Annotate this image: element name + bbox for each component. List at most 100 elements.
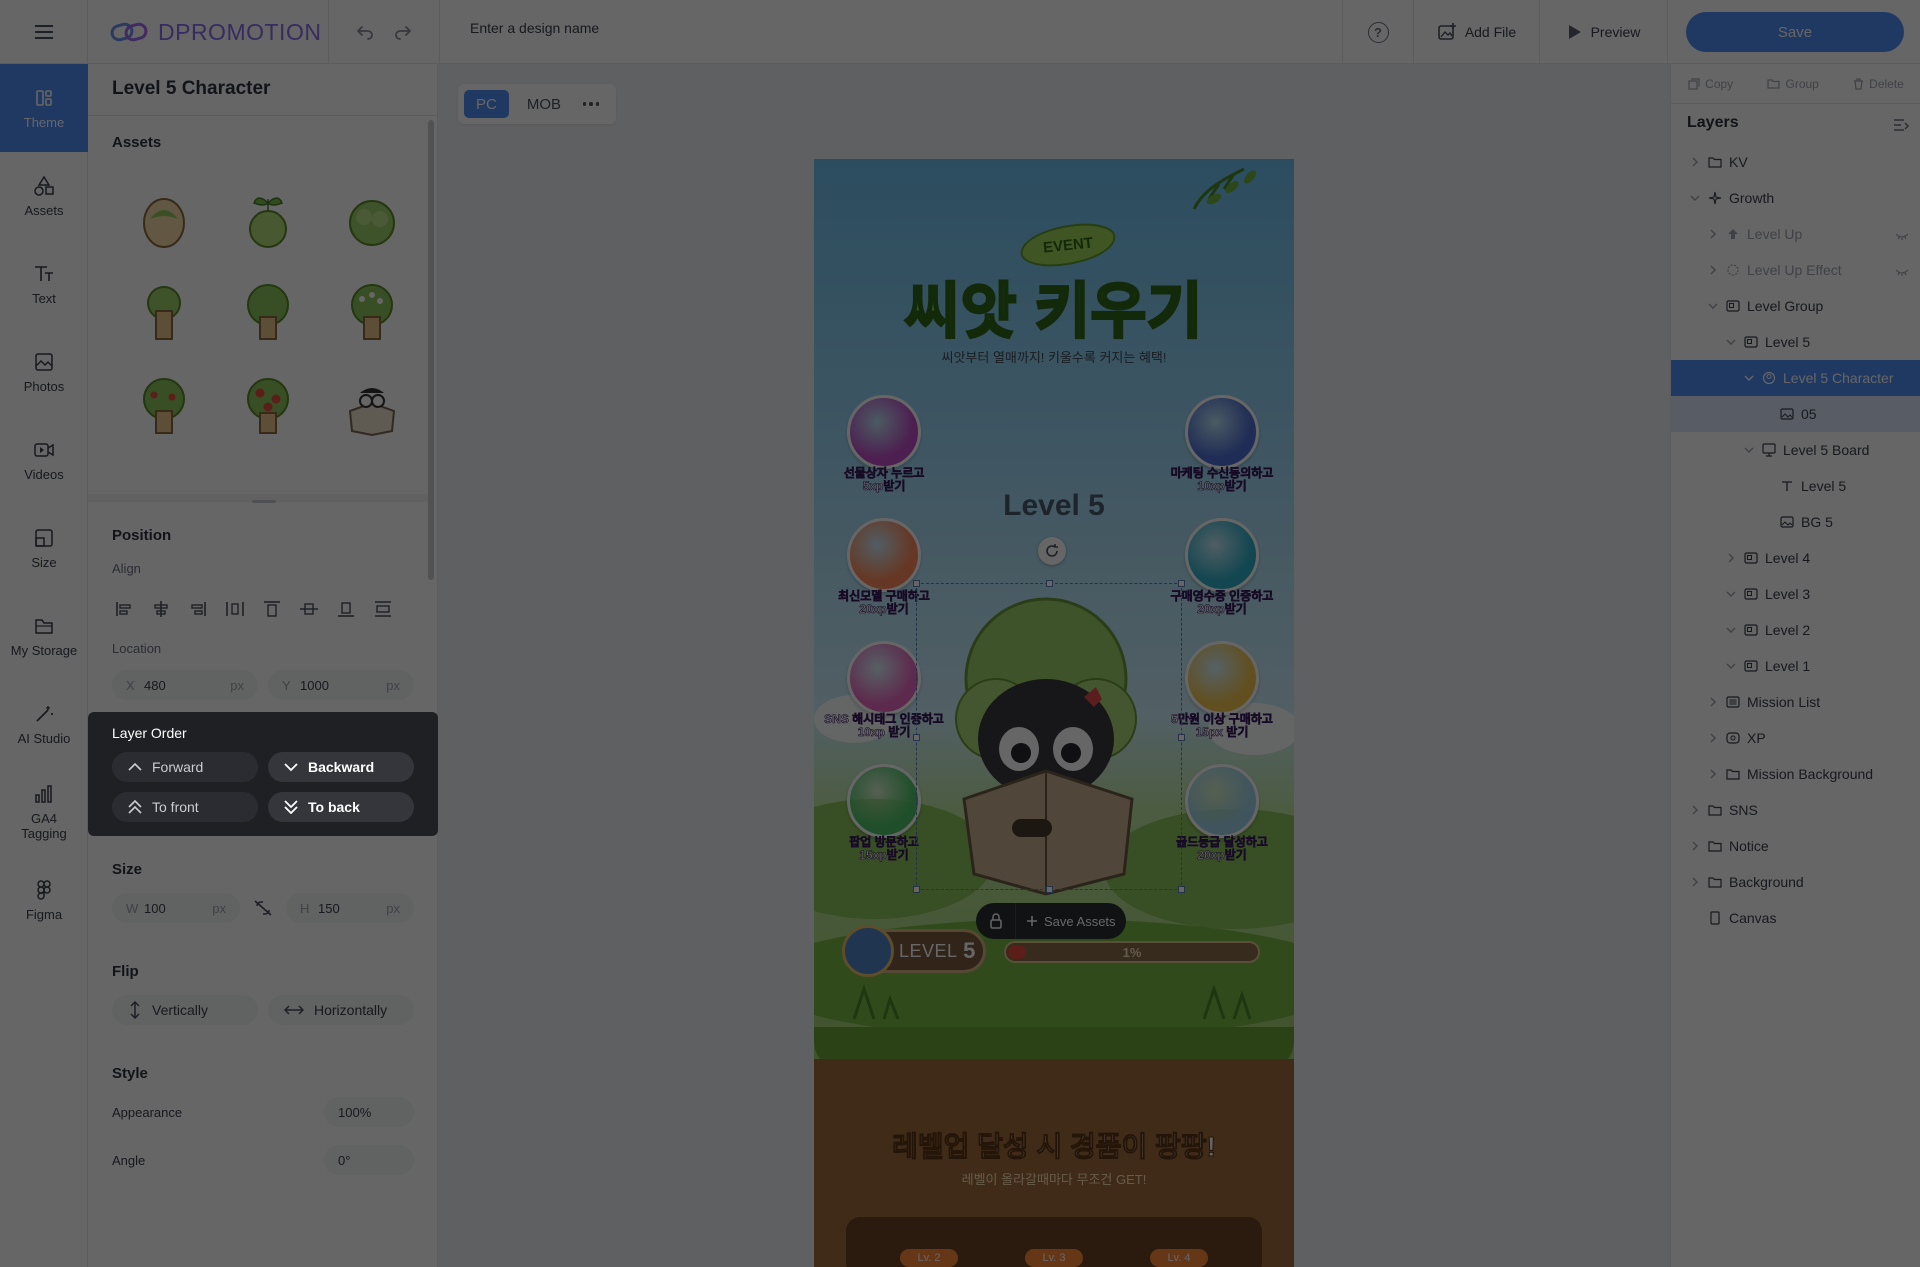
layer-row[interactable]: Canvas bbox=[1671, 900, 1920, 936]
copy-button[interactable]: Copy bbox=[1688, 77, 1733, 91]
resize-handle-tl[interactable] bbox=[913, 580, 920, 587]
send-backward-button[interactable]: Backward bbox=[268, 752, 414, 782]
panel-scrollbar[interactable] bbox=[428, 120, 434, 580]
eye-off-icon[interactable] bbox=[1895, 228, 1909, 244]
more-icon[interactable] bbox=[579, 102, 603, 106]
width-field[interactable]: W 100 px bbox=[112, 893, 240, 923]
collapse-all-icon[interactable] bbox=[1893, 118, 1909, 137]
chevron-down-icon[interactable] bbox=[1725, 338, 1737, 346]
chevron-right-icon[interactable] bbox=[1707, 733, 1719, 743]
appearance-field[interactable]: 100% bbox=[324, 1097, 414, 1127]
distribute-h-icon[interactable] bbox=[223, 598, 246, 621]
layer-row[interactable]: XP bbox=[1671, 720, 1920, 756]
flip-vertical-button[interactable]: Vertically bbox=[112, 995, 258, 1025]
help-button[interactable]: ? bbox=[1342, 0, 1414, 64]
asset-thumbnail[interactable] bbox=[216, 456, 320, 492]
align-center-h-icon[interactable] bbox=[149, 598, 172, 621]
layer-row[interactable]: KV bbox=[1671, 144, 1920, 180]
device-pc-button[interactable]: PC bbox=[464, 90, 509, 118]
chevron-down-icon[interactable] bbox=[1689, 194, 1701, 202]
asset-thumbnail[interactable] bbox=[320, 268, 424, 362]
layer-row[interactable]: Level 5 Board bbox=[1671, 432, 1920, 468]
nav-theme[interactable]: Theme bbox=[0, 64, 88, 152]
align-bottom-icon[interactable] bbox=[334, 598, 357, 621]
layer-row[interactable]: Level 5 Character bbox=[1671, 360, 1920, 396]
align-middle-icon[interactable] bbox=[297, 598, 320, 621]
layer-row[interactable]: Level Group bbox=[1671, 288, 1920, 324]
chevron-down-icon[interactable] bbox=[1725, 662, 1737, 670]
nav-videos[interactable]: Videos bbox=[0, 416, 88, 504]
y-field[interactable]: Y 1000 px bbox=[268, 670, 414, 700]
angle-field[interactable]: 0° bbox=[324, 1145, 414, 1175]
layer-row[interactable]: Level Up Effect bbox=[1671, 252, 1920, 288]
group-button[interactable]: Group bbox=[1767, 77, 1819, 91]
distribute-v-icon[interactable] bbox=[371, 598, 394, 621]
resize-handle-bl[interactable] bbox=[913, 886, 920, 893]
chevron-down-icon[interactable] bbox=[1743, 446, 1755, 454]
height-field[interactable]: H 150 px bbox=[286, 893, 414, 923]
nav-photos[interactable]: Photos bbox=[0, 328, 88, 416]
layer-row[interactable]: Level 4 bbox=[1671, 540, 1920, 576]
chevron-right-icon[interactable] bbox=[1725, 553, 1737, 563]
design-name-input[interactable] bbox=[470, 20, 970, 36]
chevron-down-icon[interactable] bbox=[1743, 374, 1755, 382]
nav-my-storage[interactable]: My Storage bbox=[0, 592, 88, 680]
layer-row[interactable]: Level 1 bbox=[1671, 648, 1920, 684]
asset-thumbnail[interactable] bbox=[216, 174, 320, 268]
chevron-right-icon[interactable] bbox=[1689, 805, 1701, 815]
nav-ga4-tagging[interactable]: GA4 Tagging bbox=[0, 768, 88, 856]
asset-thumbnail[interactable] bbox=[216, 268, 320, 362]
nav-text[interactable]: Text bbox=[0, 240, 88, 328]
align-right-icon[interactable] bbox=[186, 598, 209, 621]
artboard[interactable]: EVENT 씨앗 키우기 씨앗부터 열매까지! 키울수록 커지는 혜택! 선물상… bbox=[814, 159, 1294, 1267]
asset-thumbnail[interactable] bbox=[320, 456, 424, 492]
save-assets-button[interactable]: Save Assets bbox=[1016, 914, 1116, 929]
nav-figma[interactable]: Figma bbox=[0, 856, 88, 944]
layer-row[interactable]: Background bbox=[1671, 864, 1920, 900]
nav-ai-studio[interactable]: AI Studio bbox=[0, 680, 88, 768]
layer-row[interactable]: Mission Background bbox=[1671, 756, 1920, 792]
layer-row[interactable]: Growth bbox=[1671, 180, 1920, 216]
chevron-right-icon[interactable] bbox=[1689, 841, 1701, 851]
send-to-back-button[interactable]: To back bbox=[268, 792, 414, 822]
resize-handle-t[interactable] bbox=[1046, 580, 1053, 587]
resize-handle-r[interactable] bbox=[1178, 734, 1185, 741]
align-left-icon[interactable] bbox=[112, 598, 135, 621]
preview-button[interactable]: Preview bbox=[1540, 0, 1668, 64]
layer-row[interactable]: Level 5 bbox=[1671, 324, 1920, 360]
chevron-right-icon[interactable] bbox=[1689, 157, 1701, 167]
device-mob-button[interactable]: MOB bbox=[515, 90, 573, 118]
chevron-right-icon[interactable] bbox=[1707, 265, 1719, 275]
layer-row[interactable]: Level 2 bbox=[1671, 612, 1920, 648]
asset-thumbnail[interactable] bbox=[112, 268, 216, 362]
layer-row[interactable]: 05 bbox=[1671, 396, 1920, 432]
nav-assets[interactable]: Assets bbox=[0, 152, 88, 240]
layer-row[interactable]: BG 5 bbox=[1671, 504, 1920, 540]
resize-handle-br[interactable] bbox=[1178, 886, 1185, 893]
layer-row[interactable]: Level 5 bbox=[1671, 468, 1920, 504]
resize-handle-tr[interactable] bbox=[1178, 580, 1185, 587]
asset-thumbnail[interactable] bbox=[216, 362, 320, 456]
layer-row[interactable]: Level 3 bbox=[1671, 576, 1920, 612]
chevron-right-icon[interactable] bbox=[1707, 697, 1719, 707]
selection-box[interactable] bbox=[913, 580, 1185, 893]
layer-row[interactable]: Notice bbox=[1671, 828, 1920, 864]
asset-thumbnail[interactable] bbox=[320, 362, 424, 456]
save-button[interactable]: Save bbox=[1686, 12, 1904, 52]
asset-thumbnail[interactable] bbox=[112, 174, 216, 268]
eye-off-icon[interactable] bbox=[1895, 264, 1909, 280]
add-file-button[interactable]: Add File bbox=[1414, 0, 1540, 64]
resize-handle[interactable] bbox=[252, 500, 276, 503]
chevron-right-icon[interactable] bbox=[1707, 769, 1719, 779]
nav-size[interactable]: Size bbox=[0, 504, 88, 592]
delete-button[interactable]: Delete bbox=[1853, 77, 1904, 91]
layer-row[interactable]: SNS bbox=[1671, 792, 1920, 828]
chevron-down-icon[interactable] bbox=[1725, 590, 1737, 598]
chevron-right-icon[interactable] bbox=[1689, 877, 1701, 887]
x-field[interactable]: X 480 px bbox=[112, 670, 258, 700]
bring-forward-button[interactable]: Forward bbox=[112, 752, 258, 782]
flip-horizontal-button[interactable]: Horizontally bbox=[268, 995, 414, 1025]
redo-icon[interactable] bbox=[394, 24, 412, 40]
layer-row[interactable]: Level Up bbox=[1671, 216, 1920, 252]
unlink-ratio-icon[interactable] bbox=[252, 898, 274, 923]
